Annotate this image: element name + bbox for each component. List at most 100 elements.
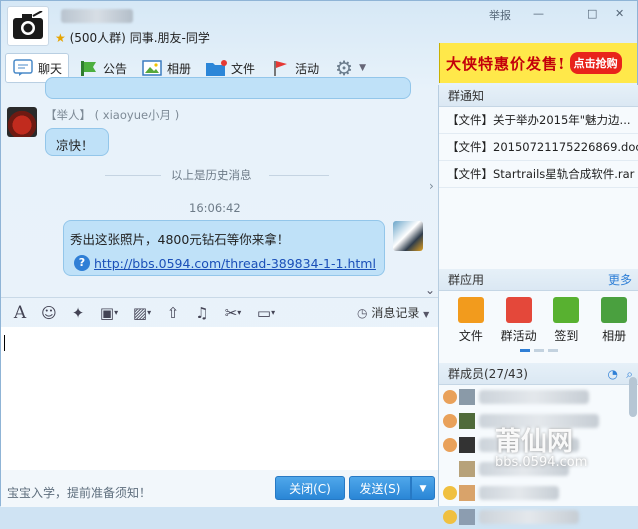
clock-icon: ◷: [357, 306, 368, 320]
members-header: 群成员(27/43) ◔ ⌕: [439, 363, 638, 385]
apps-header: 群应用 更多: [439, 269, 638, 291]
self-avatar[interactable]: [393, 221, 423, 251]
chevron-right-icon[interactable]: ›: [429, 179, 434, 193]
divider-line: [105, 175, 161, 176]
chat-bubble-icon[interactable]: ◔: [608, 363, 618, 385]
tab-label: 相册: [167, 61, 192, 76]
gear-icon: ⚙: [335, 56, 354, 80]
shield-icon: ?: [74, 255, 90, 271]
promo-text: 大侠特惠价发售!: [446, 54, 566, 73]
tab-label: 聊天: [38, 61, 63, 76]
chevron-down-icon[interactable]: ⌄: [425, 283, 435, 297]
promo-buy-button[interactable]: 点击抢购: [569, 52, 622, 74]
notice-list: 【文件】关于举办2015年"魅力边... 【文件】201507211752268…: [439, 107, 638, 188]
send-options-chevron-icon[interactable]: ▼: [411, 476, 435, 500]
scrollbar-thumb[interactable]: [629, 377, 637, 417]
apps-more-link[interactable]: 更多: [608, 269, 632, 291]
notice-title: 群通知: [439, 85, 638, 107]
flag-icon: [269, 58, 291, 78]
upload-icon[interactable]: ⇧: [160, 302, 186, 324]
notice-item[interactable]: 【文件】20150721175226869.doc: [439, 134, 638, 161]
sender-avatar[interactable]: [7, 107, 37, 137]
member-count: (500人群): [69, 31, 126, 45]
chat-icon: [12, 58, 34, 78]
tab-label: 活动: [295, 61, 320, 76]
flag-icon: [505, 297, 532, 323]
tab-label: 公告: [103, 61, 128, 76]
emoji-icon[interactable]: ☺: [36, 302, 62, 324]
list-item[interactable]: [439, 505, 638, 529]
message-history-button[interactable]: ◷ 消息记录 ▼: [357, 304, 429, 321]
checkbox-icon: [553, 297, 580, 323]
history-label: 消息记录: [371, 306, 420, 320]
star-icon: ★: [55, 31, 66, 45]
apps-grid: 文件 群活动 签到 相册: [439, 291, 638, 344]
report-link[interactable]: 举报: [489, 7, 511, 23]
app-label: 签到: [554, 329, 579, 343]
tip-link[interactable]: 宝宝入学，提前准备须知！: [7, 484, 151, 501]
album-icon: [141, 58, 163, 78]
page-dots: [439, 344, 638, 361]
close-icon[interactable]: ✕: [615, 7, 624, 20]
message-bubble-partial: [45, 77, 411, 99]
qq-group-chat-window: ★ (500人群) 同事.朋友-同学 举报 — □ ✕ 聊天 公告 相册 文件 …: [0, 0, 638, 525]
group-subline: ★ (500人群) 同事.朋友-同学: [55, 29, 210, 46]
list-item[interactable]: [439, 481, 638, 505]
app-label: 群活动: [500, 329, 537, 343]
message-text: 凉快！: [56, 138, 94, 153]
group-avatar[interactable]: [7, 6, 49, 46]
announcement-icon: [77, 58, 99, 78]
divider-line: [269, 175, 329, 176]
folder-icon: [205, 58, 228, 78]
font-icon[interactable]: A: [7, 302, 33, 324]
list-item[interactable]: [439, 385, 638, 409]
maximize-icon[interactable]: □: [587, 7, 597, 20]
close-button[interactable]: 关闭(C): [275, 476, 345, 500]
camera-icon: [13, 11, 43, 39]
message-bubble-self: 秀出这张照片，4800元钻石等你来拿！ ? http://bbs.0594.co…: [63, 220, 385, 276]
text-cursor: [4, 335, 5, 351]
app-label: 相册: [602, 329, 627, 343]
music-icon[interactable]: ♫: [189, 302, 215, 324]
group-tags: 同事.朋友-同学: [129, 31, 210, 45]
message-bubble: 凉快！: [45, 128, 109, 156]
group-name-blurred: [61, 9, 133, 23]
tab-label: 文件: [231, 61, 256, 76]
right-panel: 群通知 【文件】关于举办2015年"魅力边... 【文件】20150721175…: [438, 85, 638, 525]
folder-icon: [457, 297, 484, 323]
scissors-icon[interactable]: ✂ ▾: [218, 302, 248, 324]
watermark-brand: 莆仙网: [495, 427, 574, 457]
chat-history[interactable]: 【举人】 ( xiaoyue小月 ) 凉快！ 以上是历史消息 16:06:42 …: [1, 77, 438, 297]
app-checkin[interactable]: 签到: [543, 297, 591, 344]
screen-icon[interactable]: ▭ ▾: [251, 302, 281, 324]
app-files[interactable]: 文件: [447, 297, 495, 344]
notice-item[interactable]: 【文件】Startrails星轨合成软件.rar: [439, 161, 638, 188]
apps-title: 群应用: [448, 273, 485, 287]
app-album[interactable]: 相册: [590, 297, 638, 344]
input-toolbar: A ☺ ✦ ▣ ▾ ▨ ▾ ⇧ ♫ ✂ ▾ ▭ ▾ ◷ 消息记录 ▼: [1, 297, 438, 327]
magic-wand-icon[interactable]: ✦: [65, 302, 91, 324]
promo-banner[interactable]: 大侠特惠价发售! 点击抢购: [439, 43, 637, 83]
watermark-url: bbs.0594.com: [495, 455, 588, 470]
gift-icon[interactable]: ▣ ▾: [94, 302, 124, 324]
image-icon[interactable]: ▨ ▾: [127, 302, 157, 324]
message-link[interactable]: http://bbs.0594.com/thread-389834-1-1.ht…: [94, 256, 376, 271]
app-group-activity[interactable]: 群活动: [495, 297, 543, 344]
message-text: 秀出这张照片，4800元钻石等你来拿！: [70, 232, 290, 247]
sender-info: 【举人】 ( xiaoyue小月 ): [45, 107, 179, 123]
message-input[interactable]: [1, 327, 438, 470]
chevron-down-icon: ▼: [423, 310, 430, 319]
minimize-icon[interactable]: —: [533, 7, 544, 20]
history-divider: 以上是历史消息: [171, 168, 252, 182]
send-button[interactable]: 发送(S): [349, 476, 411, 500]
app-label: 文件: [458, 329, 483, 343]
bottom-bar: 宝宝入学，提前准备须知！ 关闭(C) 发送(S) ▼: [1, 470, 438, 507]
album-icon: [601, 297, 628, 323]
sender-name[interactable]: ( xiaoyue小月 ): [95, 108, 180, 122]
notice-spacer: [439, 188, 638, 269]
members-title: 群成员(27/43): [448, 367, 528, 381]
chevron-down-icon: ▼: [359, 63, 366, 73]
sender-title: 【举人】: [45, 108, 91, 122]
notice-item[interactable]: 【文件】关于举办2015年"魅力边...: [439, 107, 638, 134]
message-timestamp: 16:06:42: [189, 201, 241, 215]
